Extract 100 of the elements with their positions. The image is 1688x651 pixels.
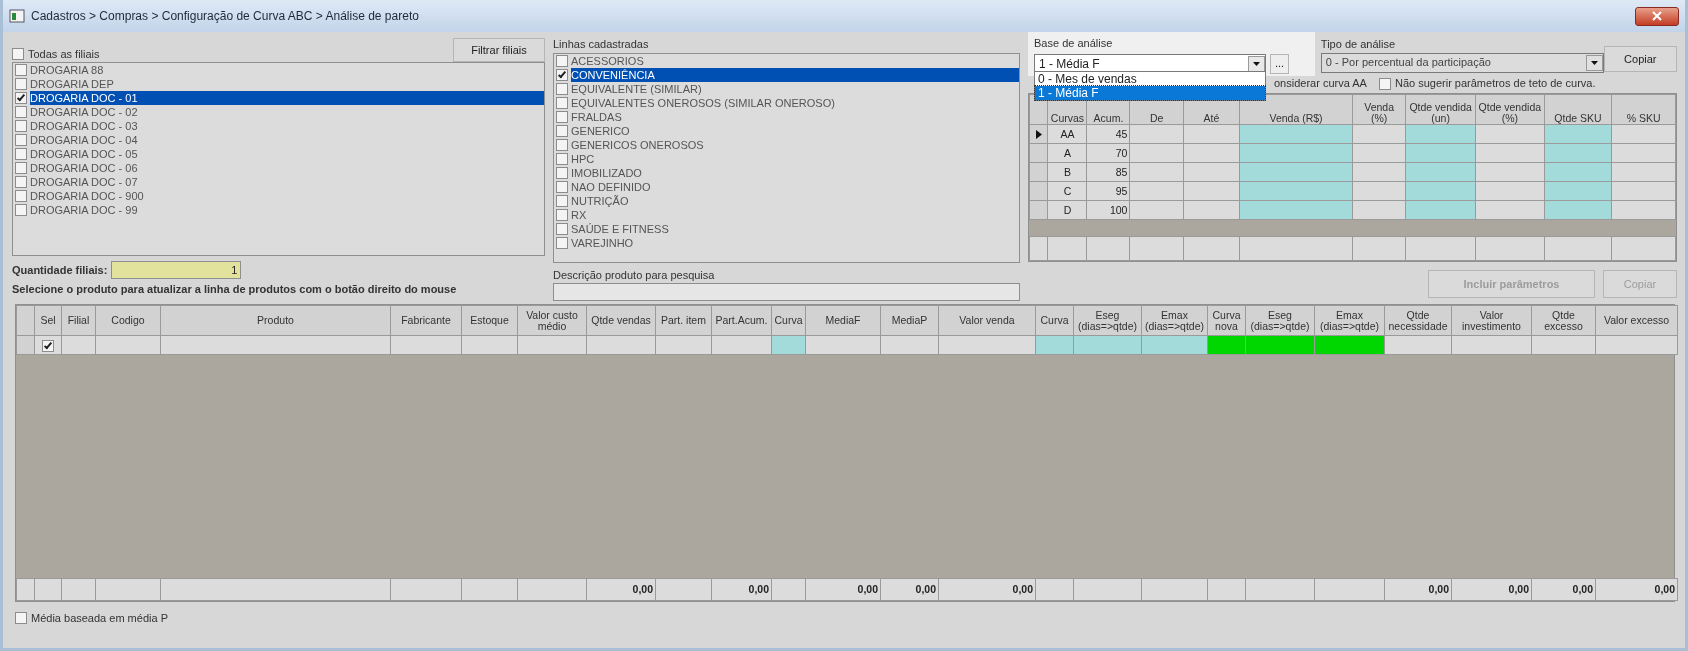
column-header[interactable]: Venda (R$): [1239, 94, 1353, 125]
checkbox[interactable]: [15, 92, 27, 104]
product-line-item[interactable]: EQUIVALENTE (SIMILAR): [571, 81, 1019, 96]
checkbox[interactable]: [556, 236, 568, 249]
checkbox[interactable]: [556, 152, 568, 165]
total-cell: 0,00: [805, 578, 881, 601]
checkbox[interactable]: [556, 124, 568, 137]
close-button[interactable]: [1635, 6, 1679, 26]
product-line-item[interactable]: ACESSORIOS: [571, 53, 1019, 68]
branch-item[interactable]: DROGARIA DOC - 900: [30, 189, 544, 203]
product-line-item[interactable]: RX: [571, 207, 1019, 222]
column-header[interactable]: Valor excesso: [1595, 305, 1678, 336]
filter-button[interactable]: Filtrar filiais: [453, 38, 545, 62]
dropdown[interactable]: 1 - Média F: [1034, 53, 1266, 74]
product-line-item[interactable]: FRALDAS: [571, 109, 1019, 124]
product-line-item[interactable]: NUTRIÇÃO: [571, 193, 1019, 208]
column-header[interactable]: Produto: [160, 305, 391, 336]
checkbox[interactable]: [556, 54, 568, 67]
copy-button[interactable]: Copiar: [1603, 46, 1677, 72]
checkbox[interactable]: [556, 208, 568, 221]
branch-item[interactable]: DROGARIA DOC - 07: [30, 175, 544, 189]
branch-item[interactable]: DROGARIA DOC - 04: [30, 133, 544, 147]
checkbox[interactable]: [556, 166, 568, 179]
close-icon: [1652, 11, 1662, 21]
checkbox[interactable]: [15, 120, 27, 132]
app-icon: [9, 8, 25, 24]
column-header[interactable]: Qtde necessidade: [1384, 305, 1452, 336]
checkbox[interactable]: [15, 106, 27, 118]
column-header[interactable]: MediaP: [880, 305, 939, 336]
product-line-item[interactable]: GENERICOS ONEROSOS: [571, 137, 1019, 152]
checkbox[interactable]: [556, 222, 568, 235]
branch-item[interactable]: DROGARIA DOC - 06: [30, 161, 544, 175]
checkbox[interactable]: [15, 64, 27, 76]
column-header[interactable]: Qtde vendas: [586, 305, 656, 336]
column-header[interactable]: Valor investimento: [1451, 305, 1532, 336]
column-header[interactable]: Qtde excesso: [1531, 305, 1596, 336]
column-header[interactable]: Eseg (dias=>qtde): [1245, 305, 1315, 336]
column-header[interactable]: Curva nova: [1207, 305, 1246, 336]
checkbox[interactable]: [15, 204, 27, 216]
more-button[interactable]: ...: [1270, 53, 1290, 74]
search-field[interactable]: [553, 283, 1020, 301]
column-header[interactable]: Emax (dias=>qtde): [1141, 305, 1208, 336]
branch-item[interactable]: DROGARIA DEP: [30, 77, 544, 91]
column-header[interactable]: Codigo: [95, 305, 161, 336]
column-header[interactable]: Part.Acum.: [711, 305, 772, 336]
product-line-item[interactable]: HPC: [571, 151, 1019, 166]
column-header[interactable]: % SKU: [1611, 94, 1676, 125]
product-line-item[interactable]: CONVENIÊNCIA: [571, 67, 1019, 82]
checkbox[interactable]: [556, 138, 568, 151]
product-line-item[interactable]: GENERICO: [571, 123, 1019, 138]
branch-item[interactable]: DROGARIA DOC - 02: [30, 105, 544, 119]
column-header[interactable]: Curva: [771, 305, 806, 336]
column-header[interactable]: Valor venda: [938, 305, 1036, 336]
dropdown-option[interactable]: 0 - Mes de vendas: [1035, 72, 1265, 86]
column-header[interactable]: Qtde SKU: [1544, 94, 1612, 125]
column-header[interactable]: Eseg (dias=>qtde): [1073, 305, 1142, 336]
checkbox[interactable]: [556, 180, 568, 193]
dropdown[interactable]: 0 - Por percentual da participação: [1320, 52, 1604, 73]
checkbox[interactable]: [556, 96, 568, 109]
checkbox[interactable]: [12, 47, 24, 60]
product-line-item[interactable]: IMOBILIZADO: [571, 165, 1019, 180]
product-line-item[interactable]: SAÚDE E FITNESS: [571, 221, 1019, 236]
column-header[interactable]: MediaF: [805, 305, 881, 336]
checkbox[interactable]: [15, 148, 27, 160]
checkbox[interactable]: [15, 612, 27, 625]
checkbox[interactable]: [15, 162, 27, 174]
branch-item[interactable]: DROGARIA DOC - 01: [30, 91, 544, 105]
column-header[interactable]: Fabricante: [390, 305, 462, 336]
column-header[interactable]: Qtde vendida (un): [1405, 94, 1476, 125]
column-header[interactable]: Curva: [1035, 305, 1074, 336]
column-header[interactable]: Sel: [34, 305, 62, 336]
count-field[interactable]: 1: [111, 261, 242, 279]
checkbox[interactable]: [15, 78, 27, 90]
row-header[interactable]: [1029, 124, 1048, 144]
product-line-item[interactable]: NAO DEFINIDO: [571, 179, 1019, 194]
checkbox[interactable]: [15, 134, 27, 146]
checkbox[interactable]: [15, 176, 27, 188]
product-line-item[interactable]: VAREJINHO: [571, 235, 1019, 250]
column-header[interactable]: Filial: [61, 305, 96, 336]
column-header[interactable]: Emax (dias=>qtde): [1314, 305, 1385, 336]
total-cell: 0,00: [711, 578, 772, 601]
checkbox[interactable]: [1378, 77, 1391, 90]
column-header[interactable]: Venda (%): [1352, 94, 1406, 125]
checkbox[interactable]: [556, 110, 568, 123]
column-header[interactable]: Qtde vendida (%): [1475, 94, 1545, 125]
dropdown-option[interactable]: 1 - Média F: [1035, 86, 1265, 100]
branch-item[interactable]: DROGARIA DOC - 99: [30, 203, 544, 217]
column-header[interactable]: Part. item: [655, 305, 712, 336]
branch-item[interactable]: DROGARIA 88: [30, 63, 544, 77]
checkbox[interactable]: [556, 194, 568, 207]
checkbox[interactable]: [556, 82, 568, 95]
branch-item[interactable]: DROGARIA DOC - 05: [30, 147, 544, 161]
checkbox[interactable]: [15, 190, 27, 202]
checkbox[interactable]: [42, 339, 54, 352]
product-line-item[interactable]: EQUIVALENTES ONEROSOS (SIMILAR ONEROSO): [571, 95, 1019, 110]
branch-item[interactable]: DROGARIA DOC - 03: [30, 119, 544, 133]
checkbox[interactable]: [556, 68, 568, 81]
column-header[interactable]: Valor custo médio: [517, 305, 587, 336]
checkbox-label: Todas as filiais: [28, 46, 100, 62]
column-header[interactable]: Estoque: [461, 305, 518, 336]
